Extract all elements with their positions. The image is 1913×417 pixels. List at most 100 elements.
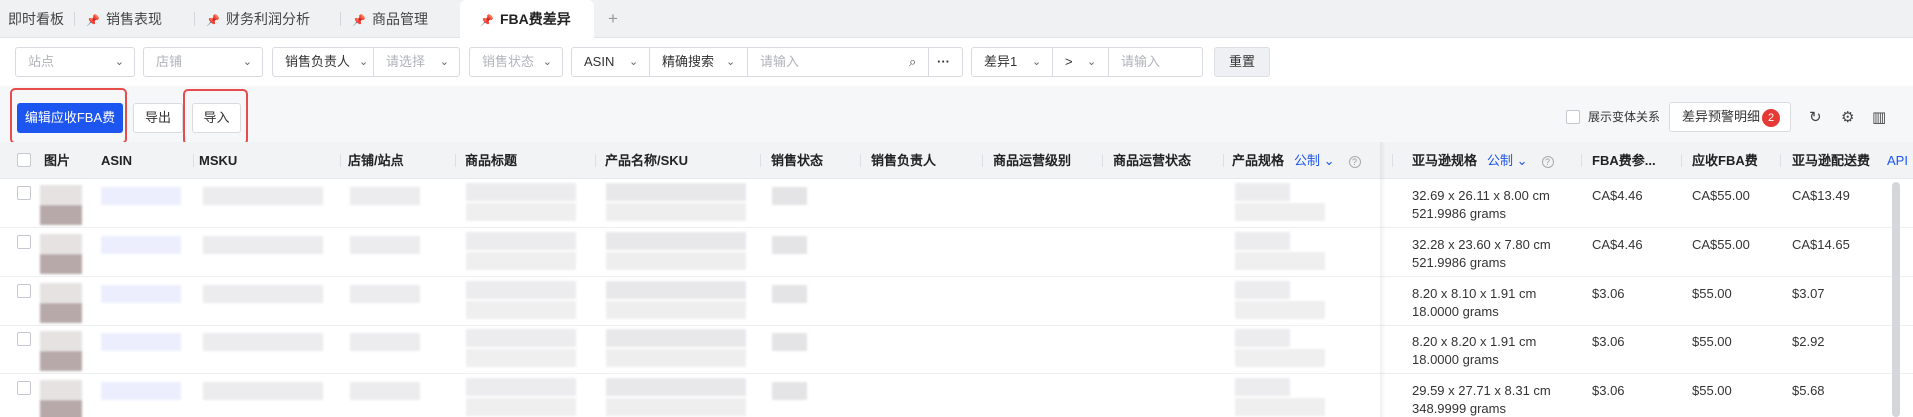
redacted-cell bbox=[1235, 301, 1325, 319]
col-divider bbox=[1780, 154, 1781, 167]
add-tab-button[interactable]: + bbox=[608, 0, 618, 38]
amazon-spec-unit-select[interactable]: 公制 ⌄ bbox=[1487, 153, 1528, 168]
select-all-checkbox[interactable] bbox=[17, 153, 31, 167]
help-icon[interactable]: ? bbox=[1348, 155, 1361, 168]
product-spec-unit-select[interactable]: 公制 ⌄ bbox=[1294, 153, 1335, 168]
col-msku[interactable]: MSKU bbox=[199, 142, 237, 179]
search-group: ASIN ⌄ 精确搜索 ⌄ 请输入 ⌕ ··· bbox=[571, 47, 963, 77]
chevron-down-icon: ⌄ bbox=[1087, 56, 1097, 68]
diff-operator-select[interactable]: > bbox=[1053, 48, 1108, 76]
redacted-cell bbox=[1235, 281, 1290, 299]
redacted-cell bbox=[203, 333, 323, 351]
amazon-delivery-cell: CA$14.65 bbox=[1792, 237, 1850, 252]
col-ops-level[interactable]: 商品运营级别 bbox=[993, 142, 1071, 179]
sales-status-select[interactable]: 销售状态 ⌄ bbox=[469, 47, 563, 77]
gear-icon[interactable]: ⚙ bbox=[1841, 108, 1854, 126]
refresh-icon[interactable]: ↻ bbox=[1809, 108, 1822, 126]
amazon-spec-dims: 32.69 x 26.11 x 8.00 cm bbox=[1412, 188, 1550, 203]
table-header: 图片 ASIN MSKU 店铺/站点 商品标题 产品名称/SKU 销售状态 销售… bbox=[0, 142, 1913, 179]
col-divider bbox=[860, 154, 861, 167]
tab-divider bbox=[340, 12, 341, 26]
col-divider bbox=[340, 154, 341, 167]
col-product-title[interactable]: 商品标题 bbox=[465, 142, 517, 179]
amazon-delivery-cell: $5.68 bbox=[1792, 383, 1825, 398]
col-api[interactable]: API bbox=[1887, 142, 1908, 179]
import-button[interactable]: 导入 bbox=[192, 103, 241, 133]
redacted-cell bbox=[466, 301, 576, 319]
store-select[interactable]: 店铺 ⌄ bbox=[143, 47, 263, 77]
filter-bar: 站点 ⌄ 店铺 ⌄ 销售负责人 ⌄ 请选择 ⌄ 销售状态 ⌄ ASIN ⌄ 精确… bbox=[0, 38, 1913, 86]
chevron-down-icon: ⌄ bbox=[439, 56, 449, 68]
redacted-cell bbox=[350, 333, 420, 351]
diff-value-input[interactable]: 请输入 bbox=[1109, 48, 1203, 76]
amazon-spec-dims: 8.20 x 8.10 x 1.91 cm bbox=[1412, 286, 1537, 301]
redacted-cell bbox=[40, 351, 82, 371]
redacted-cell bbox=[40, 283, 82, 303]
reset-button[interactable]: 重置 bbox=[1214, 47, 1271, 77]
tab-finance-profit[interactable]: 📌 财务利润分析 bbox=[206, 0, 310, 38]
chevron-down-icon: ⌄ bbox=[359, 56, 369, 68]
help-icon[interactable]: ? bbox=[1541, 155, 1554, 168]
more-options-button[interactable]: ··· bbox=[937, 48, 950, 76]
vertical-scrollbar[interactable] bbox=[1892, 182, 1900, 417]
edit-receivable-fba-button[interactable]: 编辑应收FBA费 bbox=[17, 103, 123, 133]
store-placeholder: 店铺 bbox=[156, 54, 183, 69]
site-select[interactable]: 站点 ⌄ bbox=[15, 47, 135, 77]
col-divider bbox=[455, 154, 456, 167]
col-asin[interactable]: ASIN bbox=[101, 142, 132, 179]
redacted-cell bbox=[40, 303, 82, 323]
site-placeholder: 站点 bbox=[28, 54, 55, 69]
row-checkbox[interactable] bbox=[17, 284, 31, 298]
col-amazon-delivery[interactable]: 亚马逊配送费 bbox=[1792, 142, 1870, 179]
redacted-cell bbox=[350, 382, 420, 400]
col-product-spec[interactable]: 产品规格 公制 ⌄? bbox=[1232, 142, 1361, 179]
show-variants-label: 展示变体关系 bbox=[1588, 110, 1661, 124]
receivable-fba-cell: $55.00 bbox=[1692, 383, 1732, 398]
redacted-cell bbox=[466, 378, 576, 396]
search-input[interactable]: 请输入 bbox=[748, 48, 926, 76]
diff-alert-detail-button[interactable]: 差异预警明细 2 bbox=[1669, 102, 1791, 132]
amazon-spec-dims: 29.59 x 27.71 x 8.31 cm bbox=[1412, 383, 1551, 398]
row-checkbox[interactable] bbox=[17, 186, 31, 200]
sales-owner-field-select[interactable]: 销售负责人 bbox=[273, 48, 373, 76]
fba-fee-cell: $3.06 bbox=[1592, 286, 1625, 301]
col-product-name-sku[interactable]: 产品名称/SKU bbox=[605, 142, 688, 179]
table-row[interactable]: 32.28 x 23.60 x 7.80 cm 521.9986 grams CA$… bbox=[0, 228, 1913, 277]
redacted-cell bbox=[606, 378, 746, 396]
col-fba-fee[interactable]: FBA费参... bbox=[1592, 142, 1656, 179]
table-row[interactable]: 32.69 x 26.11 x 8.00 cm 521.9986 grams CA$… bbox=[0, 179, 1913, 228]
col-store-site[interactable]: 店铺/站点 bbox=[348, 142, 404, 179]
col-sales-status[interactable]: 销售状态 bbox=[771, 142, 823, 179]
redacted-cell bbox=[350, 187, 420, 205]
table-row[interactable]: 8.20 x 8.10 x 1.91 cm 18.0000 grams $3.06 $… bbox=[0, 277, 1913, 326]
col-amazon-spec[interactable]: 亚马逊规格 公制 ⌄? bbox=[1412, 142, 1554, 179]
tab-sales-performance[interactable]: 📌 销售表现 bbox=[86, 0, 162, 38]
table-row[interactable]: 8.20 x 8.20 x 1.91 cm 18.0000 grams $3.06 $… bbox=[0, 325, 1913, 374]
col-divider bbox=[1681, 154, 1682, 167]
sales-owner-filter[interactable]: 销售负责人 ⌄ 请选择 ⌄ bbox=[272, 47, 460, 77]
row-checkbox[interactable] bbox=[17, 381, 31, 395]
table-row[interactable]: 29.59 x 27.71 x 8.31 cm 348.9999 grams $3.… bbox=[0, 374, 1913, 417]
export-button[interactable]: 导出 bbox=[133, 103, 183, 133]
redacted-cell bbox=[1235, 252, 1325, 270]
col-divider bbox=[760, 154, 761, 167]
row-checkbox[interactable] bbox=[17, 235, 31, 249]
amazon-delivery-cell: $3.07 bbox=[1792, 286, 1825, 301]
redacted-cell bbox=[772, 382, 807, 400]
tab-realtime-dashboard[interactable]: 即时看板 bbox=[8, 0, 64, 38]
redacted-cell bbox=[40, 185, 82, 205]
tab-product-management[interactable]: 📌 商品管理 bbox=[352, 0, 428, 38]
tab-fba-fee-diff[interactable]: 📌 FBA费差异 bbox=[460, 0, 594, 38]
search-icon[interactable]: ⌕ bbox=[909, 48, 916, 76]
redacted-cell bbox=[466, 281, 576, 299]
redacted-cell bbox=[466, 398, 576, 416]
redacted-cell bbox=[606, 329, 746, 347]
col-sales-owner[interactable]: 销售负责人 bbox=[871, 142, 936, 179]
col-ops-status[interactable]: 商品运营状态 bbox=[1113, 142, 1191, 179]
redacted-cell bbox=[606, 232, 746, 250]
amazon-spec-weight: 18.0000 grams bbox=[1412, 304, 1499, 319]
show-variants-checkbox[interactable] bbox=[1566, 110, 1580, 124]
row-checkbox[interactable] bbox=[17, 332, 31, 346]
col-receivable-fba[interactable]: 应收FBA费 bbox=[1692, 142, 1758, 179]
columns-icon[interactable]: ▥ bbox=[1872, 108, 1886, 126]
